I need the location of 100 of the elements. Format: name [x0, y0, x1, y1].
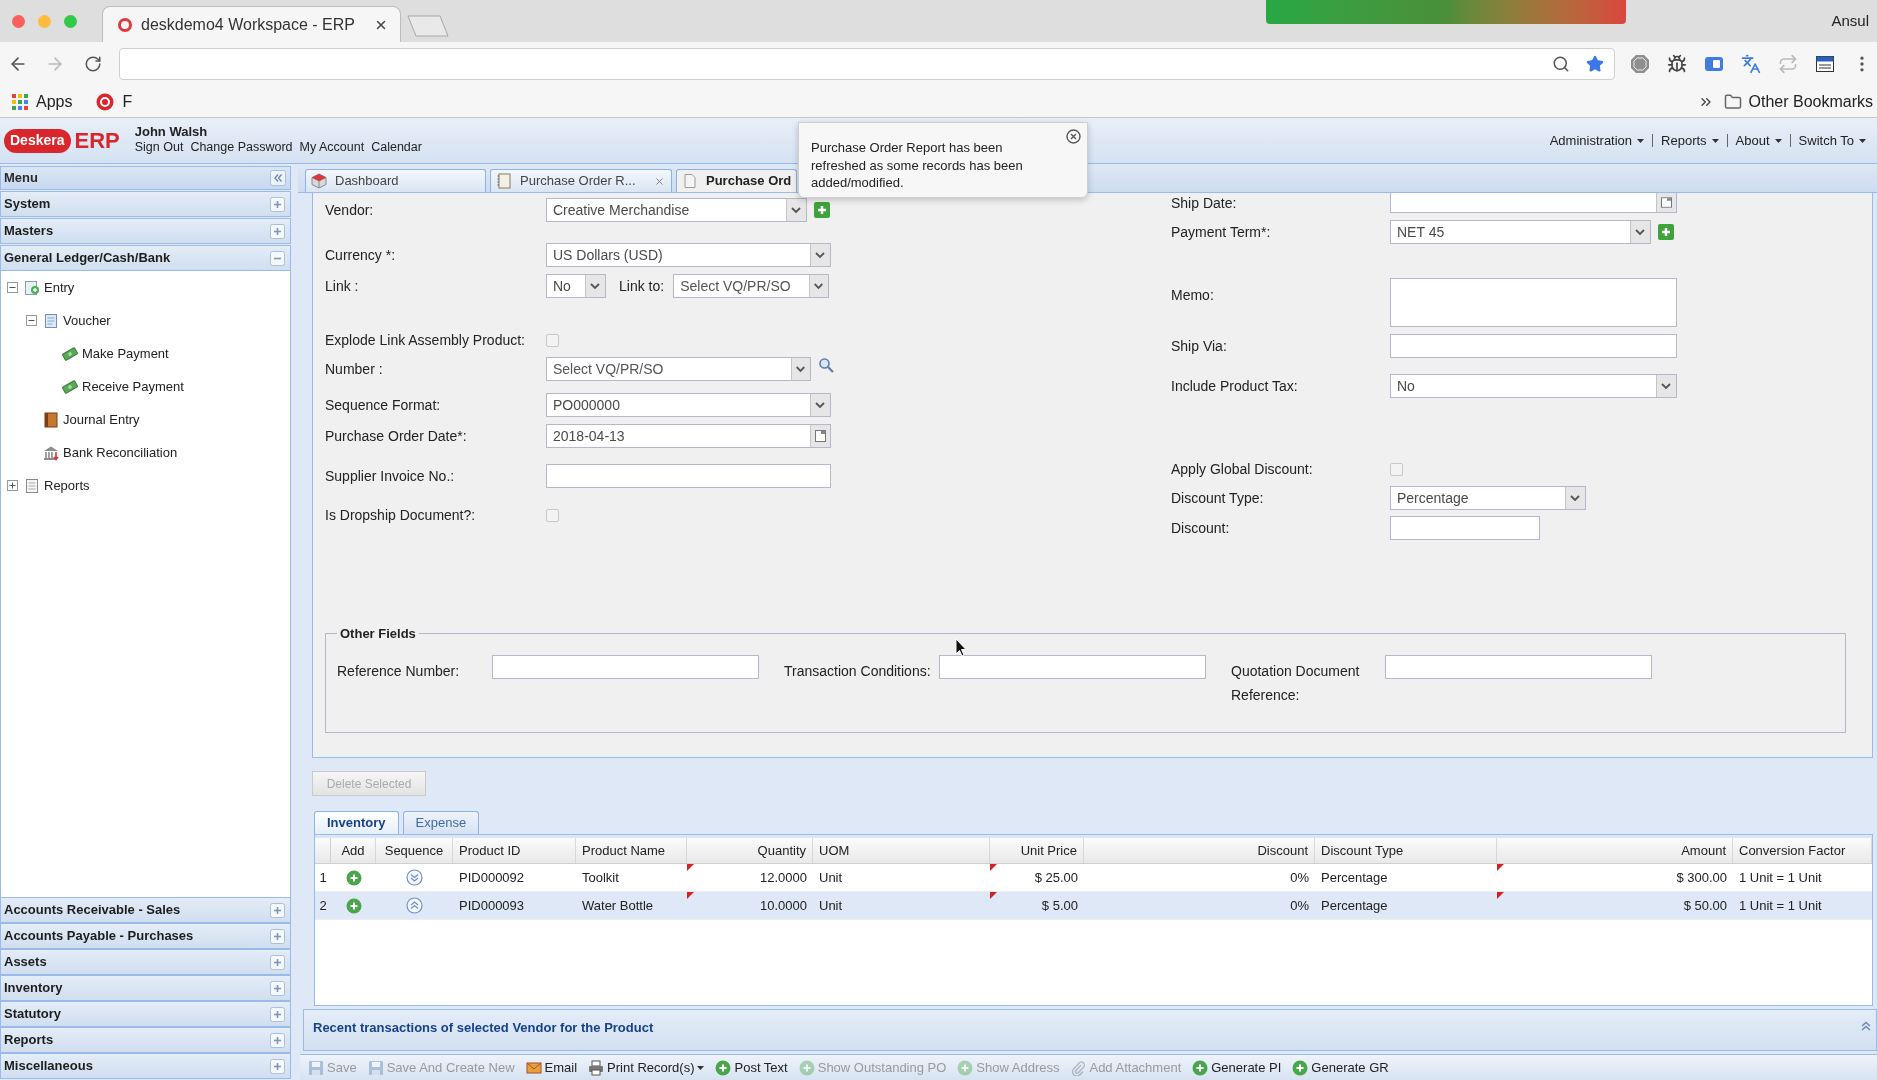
- dropdown-field[interactable]: PO000000: [546, 393, 831, 417]
- plus-icon[interactable]: [270, 196, 285, 212]
- chevron-down-icon[interactable]: [1565, 487, 1585, 509]
- plus-icon[interactable]: [270, 980, 285, 996]
- accordion-header[interactable]: Inventory: [0, 975, 291, 1001]
- text-field[interactable]: [1390, 516, 1540, 540]
- bug-icon[interactable]: [1667, 54, 1687, 74]
- header-link[interactable]: Sign Out: [134, 140, 184, 155]
- date-field[interactable]: 2018-04-13: [546, 424, 831, 448]
- accordion-header[interactable]: Accounts Receivable - Sales: [0, 897, 291, 923]
- search-icon[interactable]: [818, 357, 834, 373]
- table-row[interactable]: 1 PID000092 Toolkit 12.0000 Unit $ 25.00 0% Percentage $ 300.00 1 Unit = 1 Unit: [315, 864, 1872, 892]
- accordion-header[interactable]: Accounts Payable - Purchases: [0, 923, 291, 949]
- accordion-header[interactable]: Assets: [0, 949, 291, 975]
- menu-button[interactable]: Switch To: [1798, 131, 1866, 151]
- plus-icon[interactable]: [270, 928, 285, 944]
- new-tab-button[interactable]: [407, 15, 449, 37]
- chevron-down-icon[interactable]: [585, 275, 605, 297]
- menu-button[interactable]: About: [1735, 131, 1782, 151]
- chevron-up-circle-icon[interactable]: [406, 897, 423, 914]
- arrows-icon[interactable]: [1778, 54, 1798, 74]
- chevron-down-icon[interactable]: [810, 394, 830, 416]
- tree-item[interactable]: Make Payment: [82, 343, 169, 364]
- tab[interactable]: Dashboard: [305, 169, 486, 192]
- window-icon[interactable]: [1704, 54, 1724, 74]
- profile-name[interactable]: Ansul: [1831, 9, 1869, 33]
- header-link[interactable]: Change Password: [190, 140, 293, 155]
- tree-item[interactable]: Journal Entry: [63, 409, 140, 430]
- accordion-header[interactable]: Statutory: [0, 1001, 291, 1027]
- tree-item[interactable]: Receive Payment: [82, 376, 184, 397]
- plus-icon[interactable]: [270, 902, 285, 918]
- plus-icon[interactable]: [814, 202, 830, 218]
- reload-icon[interactable]: [84, 55, 102, 73]
- plus-box-icon[interactable]: [7, 480, 18, 491]
- octagon-icon[interactable]: [1630, 54, 1650, 74]
- checkbox[interactable]: [546, 333, 559, 347]
- menu-button[interactable]: Administration: [1549, 131, 1645, 151]
- dropdown-field[interactable]: NET 45: [1390, 220, 1651, 244]
- menu-button[interactable]: Reports: [1661, 131, 1719, 151]
- text-area[interactable]: [1390, 278, 1677, 327]
- toolbar-button[interactable]: Generate GR: [1292, 1057, 1389, 1078]
- calendar-icon[interactable]: [1815, 54, 1835, 74]
- browser-tab[interactable]: deskdemo4 Workspace - ERP: [102, 6, 401, 42]
- checkbox[interactable]: [1390, 462, 1403, 476]
- table-row[interactable]: 2 PID000093 Water Bottle 10.0000 Unit $ 5.00 0% Percentage $ 50.00 1 Unit = 1 Unit: [315, 892, 1872, 920]
- plus-icon[interactable]: [270, 1058, 285, 1074]
- double-chevron-up-icon[interactable]: [1860, 1020, 1872, 1032]
- dropdown-field[interactable]: No: [1390, 374, 1677, 398]
- text-field[interactable]: [1385, 654, 1652, 679]
- chevron-down-icon[interactable]: [1656, 375, 1676, 397]
- tab[interactable]: Purchase Ord: [676, 169, 797, 192]
- dropdown-field[interactable]: Percentage: [1390, 486, 1586, 510]
- plus-circle-icon[interactable]: [345, 869, 362, 886]
- text-field[interactable]: [546, 464, 831, 488]
- dropdown-field[interactable]: Creative Merchandise: [546, 198, 807, 222]
- accordion-header[interactable]: Masters: [0, 218, 291, 244]
- bookmark-folder[interactable]: Other Bookmarks: [1723, 89, 1873, 114]
- plus-icon[interactable]: [270, 1006, 285, 1022]
- tree-item[interactable]: Reports: [44, 475, 90, 496]
- accordion-header[interactable]: Reports: [0, 1027, 291, 1053]
- text-field[interactable]: [939, 654, 1206, 679]
- accordion-header[interactable]: Miscellaneous: [0, 1053, 291, 1079]
- chevron-down-icon[interactable]: [786, 199, 806, 221]
- checkbox[interactable]: [546, 508, 559, 522]
- window-control-icon[interactable]: [12, 14, 25, 28]
- plus-icon[interactable]: [270, 223, 285, 239]
- toolbar-button[interactable]: Generate PI: [1192, 1057, 1282, 1078]
- tree-item[interactable]: Bank Reconciliation: [63, 442, 178, 463]
- chevron-down-circle-icon[interactable]: [406, 869, 423, 886]
- accordion-header[interactable]: System: [0, 191, 291, 217]
- text-field[interactable]: [1390, 334, 1677, 358]
- double-chevron-left-icon[interactable]: [270, 170, 286, 186]
- tab[interactable]: Inventory: [314, 811, 399, 834]
- chevron-down-icon[interactable]: [1630, 221, 1650, 243]
- header-link[interactable]: Calendar: [371, 140, 422, 155]
- plus-icon[interactable]: [270, 1032, 285, 1048]
- toolbar-button[interactable]: Print Record(s): [588, 1057, 705, 1078]
- dropdown-field[interactable]: US Dollars (USD): [546, 243, 831, 267]
- minus-icon[interactable]: [270, 250, 285, 266]
- toolbar-button[interactable]: Post Text: [715, 1057, 788, 1078]
- window-control-icon[interactable]: [64, 14, 77, 28]
- minus-box-icon[interactable]: [26, 315, 37, 326]
- header-link[interactable]: My Account: [299, 140, 365, 155]
- tab[interactable]: Expense: [402, 811, 480, 834]
- chevron-down-icon[interactable]: [810, 244, 830, 266]
- bookmark[interactable]: Apps: [12, 89, 73, 114]
- date-field[interactable]: [1390, 193, 1677, 213]
- accordion-header[interactable]: General Ledger/Cash/Bank: [0, 245, 291, 271]
- minus-box-icon[interactable]: [7, 282, 18, 293]
- tree-item[interactable]: Voucher: [63, 310, 111, 331]
- plus-icon[interactable]: [1658, 224, 1674, 240]
- tree-item[interactable]: Entry: [44, 277, 75, 298]
- plus-circle-icon[interactable]: [345, 897, 362, 914]
- star-icon[interactable]: [1586, 55, 1604, 73]
- close-icon[interactable]: [1066, 129, 1081, 144]
- text-field[interactable]: [492, 654, 759, 679]
- tab[interactable]: Purchase Order R...: [490, 169, 672, 192]
- toolbar-button[interactable]: Email: [525, 1057, 578, 1078]
- bookmark[interactable]: F: [96, 89, 133, 114]
- dropdown-field[interactable]: No: [546, 274, 606, 298]
